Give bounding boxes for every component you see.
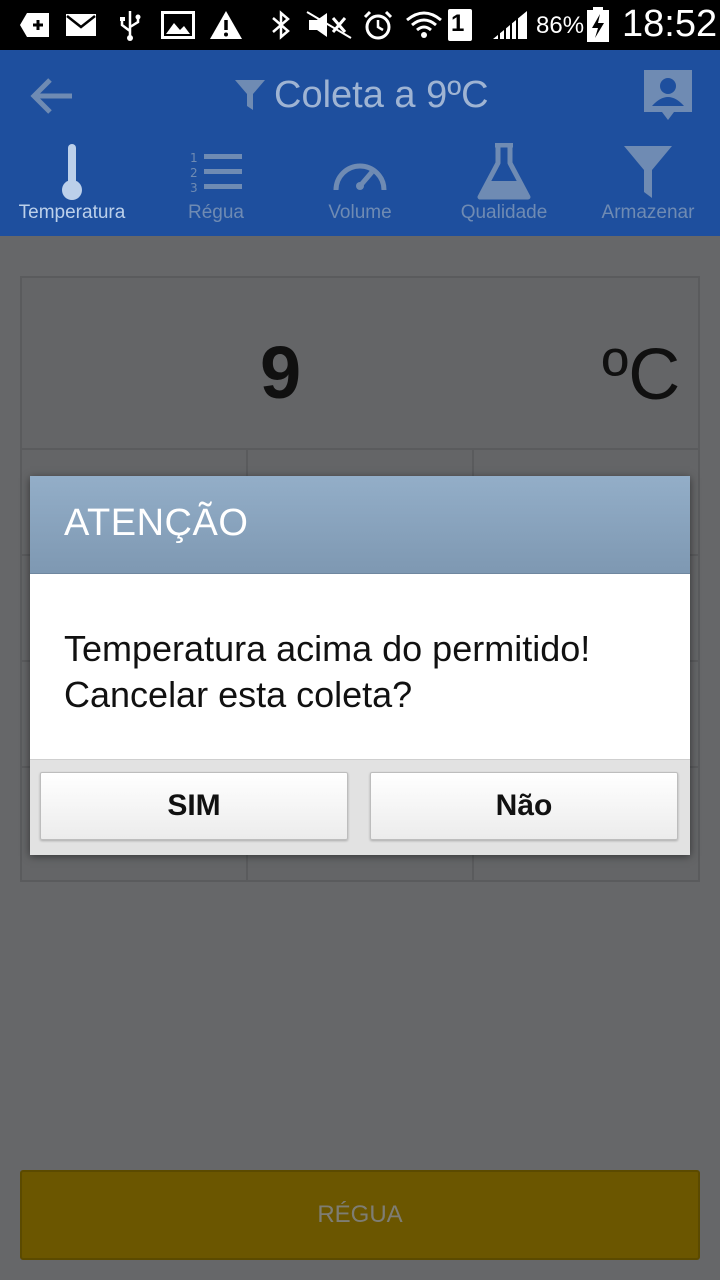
numbered-list-icon: 123 [190,151,242,195]
app-bar: Coleta a 9ºC Temperatura 123 Régua Volum… [0,50,720,236]
sim-slot-label: 1 [451,10,465,37]
tab-label: Volume [328,202,392,223]
warning-icon [208,8,244,42]
svg-text:3: 3 [190,181,198,195]
temperature-value: 9 [260,331,302,414]
regua-button[interactable]: RÉGUA [20,1170,700,1260]
no-button[interactable]: Não [370,772,678,840]
mail-icon [64,8,98,42]
wifi-icon [404,8,444,42]
add-notification-icon [18,8,52,42]
alarm-icon [362,8,394,42]
battery-charging-icon [584,7,612,42]
tab-volume[interactable]: Volume [288,138,432,236]
account-icon [644,70,692,120]
tab-label: Régua [188,202,244,223]
thermometer-icon [62,144,82,200]
dialog-message-line: Temperatura acima do permitido! [64,628,591,669]
dialog-title: ATENÇÃO [64,502,249,544]
image-icon [160,8,196,42]
flask-icon [477,143,531,200]
tab-regua[interactable]: 123 Régua [144,138,288,236]
tab-temperatura[interactable]: Temperatura [0,138,144,236]
svg-text:2: 2 [190,166,198,180]
filter-icon [624,146,672,198]
page-title: Coleta a 9ºC [274,73,489,116]
usb-icon [116,8,144,42]
yes-button[interactable]: SIM [40,772,348,840]
battery-percent: 86% [536,12,585,39]
tab-bar: Temperatura 123 Régua Volume Qualidade A… [0,138,720,236]
back-button[interactable] [26,74,78,118]
dialog-button-bar: SIM Não [30,759,690,855]
tab-label: Armazenar [601,202,695,223]
filter-icon [235,80,265,110]
arrow-left-icon [30,78,72,114]
dialog-header: ATENÇÃO [30,476,690,574]
status-bar: 1 86% 18:52 [0,0,720,50]
tab-qualidade[interactable]: Qualidade [432,138,576,236]
temperature-display: 9 ºC [22,278,698,450]
alert-dialog: ATENÇÃO Temperatura acima do permitido! … [30,476,690,855]
bluetooth-icon [268,8,294,42]
profile-button[interactable] [640,66,696,124]
svg-text:1: 1 [190,151,198,165]
mute-icon [304,8,354,42]
temperature-unit: ºC [602,335,681,415]
tab-armazenar[interactable]: Armazenar [576,138,720,236]
clock: 18:52 [622,3,718,45]
title-bar: Coleta a 9ºC [234,70,489,120]
signal-icon [490,8,530,42]
tab-label: Qualidade [460,202,548,223]
dialog-message: Temperatura acima do permitido! Cancelar… [64,626,664,718]
gauge-icon [333,163,387,191]
regua-button-label: RÉGUA [317,1201,403,1228]
dialog-message-line: Cancelar esta coleta? [64,674,413,715]
tab-label: Temperatura [18,202,126,223]
